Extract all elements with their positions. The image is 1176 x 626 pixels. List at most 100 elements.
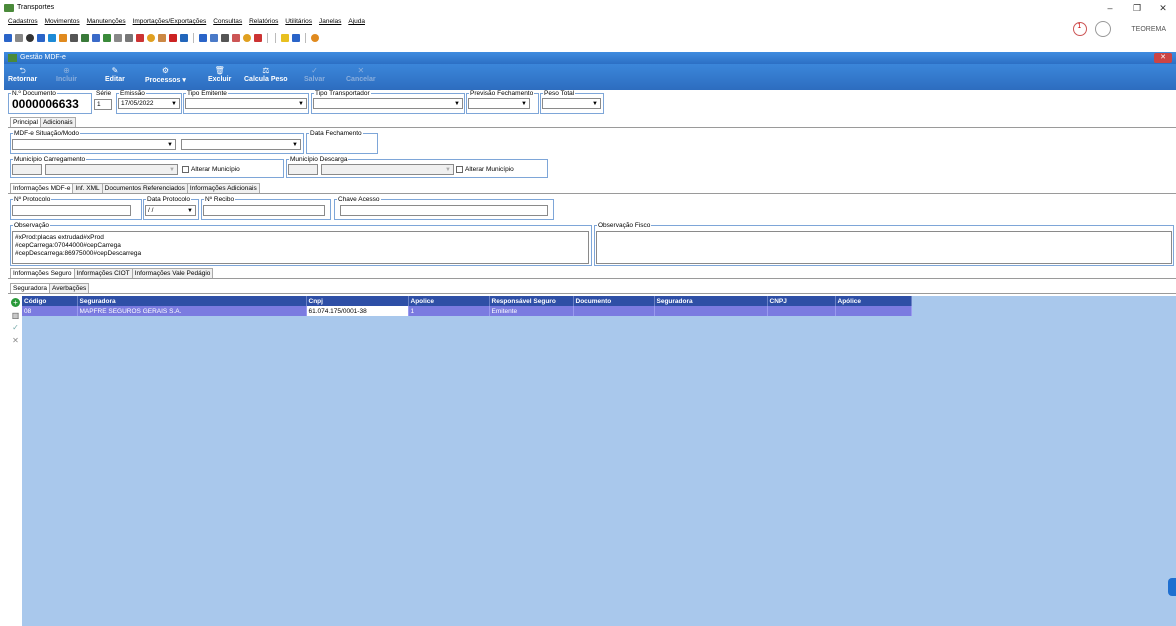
tab-informacoes-mdfe[interactable]: Informações MDF-e xyxy=(10,183,74,193)
cell-cnpj-2[interactable] xyxy=(767,306,836,316)
recibo-input[interactable] xyxy=(203,205,325,216)
col-cnpj[interactable]: Cnpj xyxy=(306,296,409,306)
tab-informacoes-ciot[interactable]: Informações CIOT xyxy=(73,268,133,278)
protocolo-input[interactable] xyxy=(12,205,131,216)
cell-cnpj[interactable]: 61.074.175/0001-38 xyxy=(306,306,409,316)
tab-inf-xml[interactable]: Inf. XML xyxy=(72,183,103,193)
calc-icon[interactable] xyxy=(199,34,207,42)
data-protocolo-picker[interactable]: / / ▼ xyxy=(145,205,196,216)
notification-bell-icon[interactable]: 1 xyxy=(1073,22,1088,36)
check-icon[interactable]: ✓ xyxy=(11,323,20,332)
tipo-emitente-select[interactable]: ▼ xyxy=(185,98,307,109)
minimize-button[interactable]: – xyxy=(1099,2,1121,15)
tab-seguradora[interactable]: Seguradora xyxy=(10,283,50,293)
tab-adicionais[interactable]: Adicionais xyxy=(39,117,76,127)
num-doc-value[interactable]: 0000006633 xyxy=(10,97,90,113)
doc-icon[interactable] xyxy=(125,34,133,42)
link-icon[interactable] xyxy=(92,34,100,42)
tab-averbacoes[interactable]: Averbações xyxy=(48,283,90,293)
chave-acesso-input[interactable] xyxy=(340,205,548,216)
chart-icon[interactable] xyxy=(103,34,111,42)
restore-button[interactable]: ❐ xyxy=(1126,2,1148,15)
editar-button[interactable]: ✎ Editar xyxy=(105,66,125,83)
modo-select[interactable]: ▼ xyxy=(181,139,301,150)
sheet-icon[interactable] xyxy=(81,34,89,42)
col-seguradora[interactable]: Seguradora xyxy=(77,296,307,306)
incluir-button[interactable]: ⊕ Incluir xyxy=(56,66,77,83)
mun-carregamento-select[interactable]: ▼ xyxy=(45,164,178,175)
avatar[interactable] xyxy=(1095,21,1112,37)
tipo-transportador-select[interactable]: ▼ xyxy=(313,98,463,109)
serie-input[interactable]: 1 xyxy=(94,99,112,110)
smile-icon[interactable] xyxy=(311,34,319,42)
save-icon[interactable] xyxy=(180,34,188,42)
form-close-button[interactable]: ✕ xyxy=(1154,53,1172,63)
previsao-date-picker[interactable]: ▼ xyxy=(468,98,530,109)
salvar-button[interactable]: ✓ Salvar xyxy=(304,66,325,83)
person-icon[interactable] xyxy=(136,34,144,42)
menu-ajuda[interactable]: Ajuda xyxy=(348,18,365,25)
cell-apolice[interactable]: 1 xyxy=(408,306,490,316)
coin-icon[interactable] xyxy=(243,34,251,42)
cell-documento[interactable] xyxy=(573,306,655,316)
observacao-textarea[interactable]: #xProd:placas extrudad#xProd #cepCarrega… xyxy=(12,231,589,264)
col-seguradora-2[interactable]: Seguradora xyxy=(654,296,768,306)
cell-responsavel-seguro[interactable]: Emitente xyxy=(489,306,574,316)
alterar-municipio-carregamento-checkbox[interactable]: Alterar Município xyxy=(182,166,240,173)
clock-icon[interactable] xyxy=(147,34,155,42)
obs-fisco-textarea[interactable] xyxy=(596,231,1172,264)
scale-icon[interactable] xyxy=(114,34,122,42)
bus-icon[interactable] xyxy=(158,34,166,42)
cell-seguradora-2[interactable] xyxy=(654,306,768,316)
trash-icon[interactable]: ▥ xyxy=(11,311,20,320)
situacao-select[interactable]: ▼ xyxy=(12,139,176,150)
emissao-date-picker[interactable]: 17/05/2022 ▼ xyxy=(118,98,180,109)
cancel-icon[interactable]: ✕ xyxy=(11,336,20,345)
pdf-icon[interactable] xyxy=(254,34,262,42)
menu-consultas[interactable]: Consultas xyxy=(213,18,242,25)
tab-principal[interactable]: Principal xyxy=(10,117,41,127)
map-icon[interactable] xyxy=(232,34,240,42)
retornar-button[interactable]: ⮌ Retornar xyxy=(8,66,37,83)
cell-apolice-2[interactable] xyxy=(835,306,912,316)
menu-manutencoes[interactable]: Manutenções xyxy=(87,18,126,25)
menu-importacoes[interactable]: Importações/Exportações xyxy=(133,18,207,25)
side-panel-handle[interactable] xyxy=(1168,578,1176,596)
menu-movimentos[interactable]: Movimentos xyxy=(45,18,80,25)
col-responsavel-seguro[interactable]: Responsável Seguro xyxy=(489,296,574,306)
menu-janelas[interactable]: Janelas xyxy=(319,18,341,25)
col-cnpj-2[interactable]: CNPJ xyxy=(767,296,836,306)
table-row[interactable]: 08 MAPFRE SEGUROS GERAIS S.A. 61.074.175… xyxy=(22,306,912,316)
alterar-municipio-descarga-checkbox[interactable]: Alterar Município xyxy=(456,166,514,173)
close-window-button[interactable]: ✕ xyxy=(1152,2,1174,15)
cancelar-button[interactable]: ✕ Cancelar xyxy=(346,66,376,83)
list-icon[interactable] xyxy=(70,34,78,42)
col-codigo[interactable]: Código xyxy=(22,296,78,306)
menu-utilitarios[interactable]: Utilitários xyxy=(285,18,312,25)
peso-select[interactable]: ▼ xyxy=(542,98,601,109)
cell-codigo[interactable]: 08 xyxy=(22,306,78,316)
col-apolice[interactable]: Apolice xyxy=(408,296,490,306)
col-apolice-2[interactable]: Apólice xyxy=(835,296,912,306)
pin-icon[interactable] xyxy=(169,34,177,42)
report-icon[interactable] xyxy=(221,34,229,42)
grid-icon[interactable] xyxy=(210,34,218,42)
tab-documentos-referenciados[interactable]: Documentos Referenciados xyxy=(101,183,188,193)
phone-icon[interactable] xyxy=(48,34,56,42)
tab-informacoes-adicionais[interactable]: Informações Adicionais xyxy=(186,183,260,193)
processos-button[interactable]: ⚙ Processos ▾ xyxy=(145,66,186,84)
truck-icon[interactable] xyxy=(37,34,45,42)
disc-icon[interactable] xyxy=(26,34,34,42)
calcula-peso-button[interactable]: ⚖ Calcula Peso xyxy=(244,66,288,83)
mun-descarga-code[interactable] xyxy=(288,164,318,175)
people-icon[interactable] xyxy=(15,34,23,42)
window-icon[interactable] xyxy=(292,34,300,42)
cell-seguradora[interactable]: MAPFRE SEGUROS GERAIS S.A. xyxy=(77,306,307,316)
menu-relatorios[interactable]: Relatórios xyxy=(249,18,278,25)
star-icon[interactable] xyxy=(281,34,289,42)
mun-descarga-select[interactable]: ▼ xyxy=(321,164,454,175)
col-documento[interactable]: Documento xyxy=(573,296,655,306)
tab-informacoes-vale-pedagio[interactable]: Informações Vale Pedágio xyxy=(131,268,214,278)
mun-carregamento-code[interactable] xyxy=(12,164,42,175)
add-row-icon[interactable]: + xyxy=(11,298,20,307)
